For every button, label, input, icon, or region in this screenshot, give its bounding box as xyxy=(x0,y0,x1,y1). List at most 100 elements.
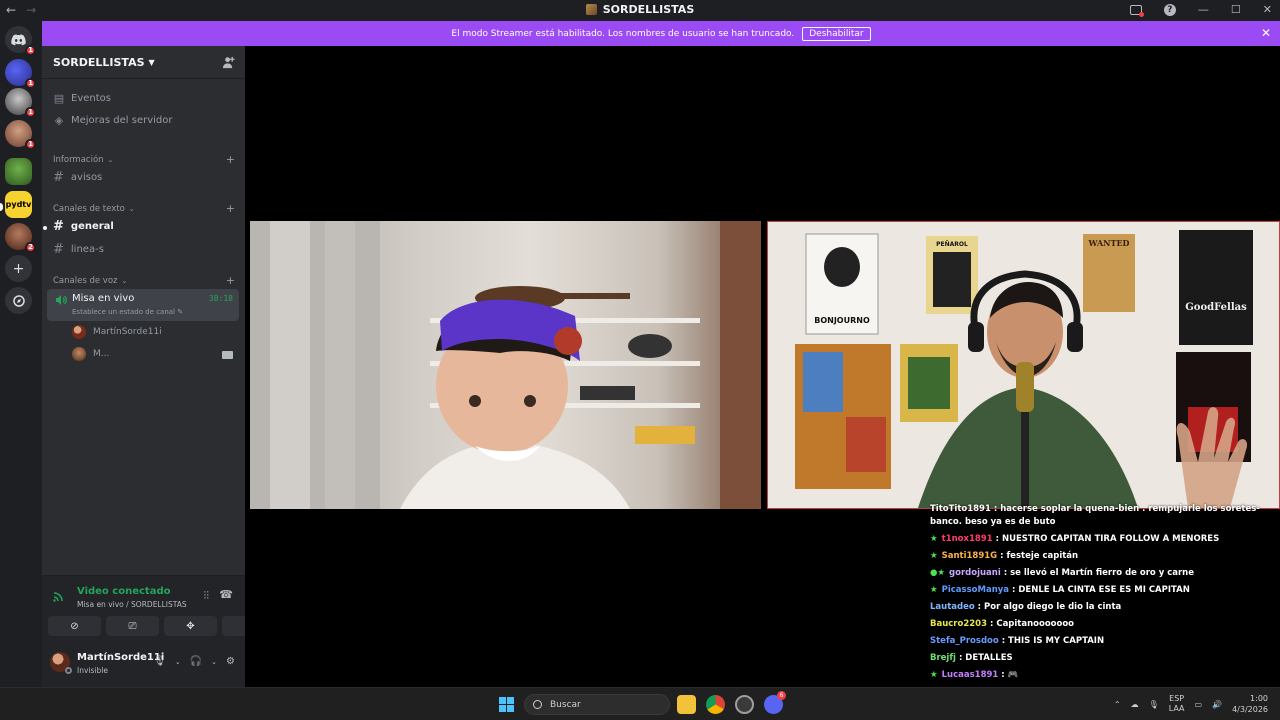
gear-icon[interactable]: ⚙ xyxy=(226,656,235,667)
chat-message: ●★ gordojuani : se llevó el Martín fierro… xyxy=(930,565,1280,582)
category-canales-texto[interactable]: Canales de texto ⌄ + xyxy=(53,202,235,215)
webcam-feed-left xyxy=(250,221,761,509)
activities-button[interactable]: ✥ xyxy=(164,616,217,636)
chat-username: Lautadeo xyxy=(930,602,975,612)
server-icon-sordellistas[interactable]: 2 xyxy=(5,223,36,253)
server-boost-item[interactable]: ◈ Mejoras del servidor xyxy=(53,114,173,127)
avatar xyxy=(72,325,86,339)
server-icon-1[interactable]: 1 xyxy=(5,59,36,89)
taskbar-search[interactable]: Buscar xyxy=(524,694,670,715)
chevron-up-icon[interactable]: ⌃ xyxy=(1114,700,1121,709)
user-name[interactable]: MartínSorde11i xyxy=(77,652,164,663)
obs-icon[interactable] xyxy=(735,695,754,714)
server-rail: 1 1 1 1 pydtv 2 + xyxy=(0,21,42,687)
display-icon[interactable]: ▭ xyxy=(1195,700,1203,709)
boost-icon: ◈ xyxy=(54,114,64,127)
chat-badge-icon: ★ xyxy=(930,534,938,544)
discord-logo-icon xyxy=(11,33,26,45)
disconnect-icon[interactable]: ☎ xyxy=(219,588,233,601)
voice-connection-panel: Video conectado Misa en vivo / SORDELLIS… xyxy=(42,575,275,643)
system-tray: ⌃ ☁ 🎙 ESP LAA ▭ 🔊 1:00 4/3/2026 xyxy=(1114,693,1268,715)
chevron-down-icon: ▼ xyxy=(148,57,155,67)
invite-people-icon[interactable] xyxy=(222,56,235,69)
chevron-down-icon[interactable]: ⌄ xyxy=(211,658,217,666)
chevron-down-icon: ⌄ xyxy=(128,204,135,213)
chat-username: PicassoManya xyxy=(941,585,1010,595)
chat-message: Lautadeo : Por algo diego le dio la cint… xyxy=(930,599,1280,616)
add-server-icon[interactable]: + xyxy=(5,255,32,282)
hashtag-icon: # xyxy=(53,242,64,257)
channel-avisos[interactable]: # avisos xyxy=(53,170,102,185)
server-header[interactable]: SORDELLISTAS ▼ xyxy=(42,46,245,79)
channel-name: avisos xyxy=(70,172,103,183)
share-screen-button[interactable]: ⎚ xyxy=(106,616,159,636)
chat-message: ★ Lucaas1891 : 🎮 xyxy=(930,667,1280,684)
create-channel-icon[interactable]: + xyxy=(226,202,235,215)
status-indicator xyxy=(65,667,72,674)
events-item[interactable]: ▤ Eventos xyxy=(53,92,111,105)
chat-text: : se llevó el Martín fierro de oro y car… xyxy=(1003,568,1194,578)
network-icon[interactable]: ☁ xyxy=(1131,700,1139,709)
compass-icon xyxy=(12,294,25,307)
chrome-icon[interactable] xyxy=(706,695,725,714)
poster-bonjourno: BONJOURNO xyxy=(814,316,870,325)
chat-username: Lucaas1891 xyxy=(941,670,999,680)
noise-suppression-icon[interactable]: ⫶⫶ xyxy=(204,589,210,603)
close-banner-icon[interactable]: ✕ xyxy=(1261,26,1271,40)
channel-general[interactable]: # general xyxy=(53,219,114,234)
notification-badge: 1 xyxy=(25,107,36,118)
camera-off-button[interactable]: ⊘ xyxy=(48,616,101,636)
create-channel-icon[interactable]: + xyxy=(226,153,235,166)
voice-channel-misa-en-vivo[interactable]: Misa en vivo 38:18 Establece un estado d… xyxy=(47,289,239,321)
category-label: Canales de texto xyxy=(53,203,125,214)
chat-text: : 🎮 xyxy=(1001,670,1019,680)
voice-user[interactable]: M... xyxy=(72,347,109,361)
channel-status-text: Establece un estado de canal xyxy=(72,308,176,316)
category-canales-voz[interactable]: Canales de voz ⌄ + xyxy=(53,274,235,287)
create-channel-icon[interactable]: + xyxy=(226,274,235,287)
chat-username: Brejfj xyxy=(930,653,956,663)
help-icon[interactable]: ? xyxy=(1163,3,1176,16)
clock[interactable]: 1:00 4/3/2026 xyxy=(1232,693,1268,715)
connection-signal-icon[interactable] xyxy=(52,589,66,603)
channel-status-prompt[interactable]: Establece un estado de canal ✎ xyxy=(72,308,183,316)
category-informacion[interactable]: Información ⌄ + xyxy=(53,153,235,166)
voice-user[interactable]: MartínSorde11i xyxy=(72,325,162,339)
window-controls: ? — ☐ ✕ xyxy=(1129,3,1272,17)
maximize-icon[interactable]: ☐ xyxy=(1231,3,1241,16)
language-indicator[interactable]: ESP LAA xyxy=(1169,694,1185,714)
chat-username: Baucro2203 xyxy=(930,619,987,629)
video-tile-right[interactable]: BONJOURNO PEÑAROL WANTED GoodFellas xyxy=(767,221,1280,509)
server-icon-4[interactable] xyxy=(5,158,32,185)
chat-text: : Capitanooooooo xyxy=(989,619,1075,629)
server-icon-2[interactable]: 1 xyxy=(5,88,36,118)
channel-linea-s[interactable]: # linea-s xyxy=(53,242,104,257)
mic-tray-icon[interactable]: 🎙 xyxy=(1149,700,1159,709)
file-explorer-icon[interactable] xyxy=(677,695,696,714)
voice-connected-subtitle[interactable]: Misa en vivo / SORDELLISTAS xyxy=(77,600,187,609)
minimize-icon[interactable]: — xyxy=(1198,3,1209,16)
inbox-icon[interactable] xyxy=(1129,4,1144,17)
notification-badge: 1 xyxy=(25,78,36,89)
events-label: Eventos xyxy=(71,93,111,104)
windows-taskbar: Buscar 6 ⌃ ☁ 🎙 ESP LAA ▭ 🔊 1:00 4/3/2026 xyxy=(0,687,1280,720)
discord-window: ← → SORDELLISTAS ? — ☐ ✕ 1 1 1 1 pydtv 2… xyxy=(0,0,1280,720)
windows-start-icon[interactable] xyxy=(499,697,514,712)
volume-icon[interactable]: 🔊 xyxy=(1212,700,1222,709)
poster-wanted: WANTED xyxy=(1088,238,1130,248)
microphone-icon[interactable]: 🎙 xyxy=(153,656,166,667)
headphones-icon[interactable]: 🎧 xyxy=(190,656,202,667)
chevron-down-icon[interactable]: ⌄ xyxy=(175,658,181,666)
explore-icon[interactable] xyxy=(5,287,32,314)
direct-messages-icon[interactable]: 1 xyxy=(5,26,36,56)
disable-streamer-button[interactable]: Deshabilitar xyxy=(802,26,871,41)
notification-badge: 1 xyxy=(25,45,36,56)
window-title-text: SORDELLISTAS xyxy=(602,3,695,16)
server-icon-pydtv[interactable]: pydtv xyxy=(5,191,32,218)
discord-taskbar-icon[interactable]: 6 xyxy=(764,691,786,714)
server-icon xyxy=(585,4,597,15)
close-window-icon[interactable]: ✕ xyxy=(1263,3,1272,16)
video-tile-left[interactable] xyxy=(250,221,761,509)
calendar-icon: ▤ xyxy=(53,92,65,105)
server-icon-3[interactable]: 1 xyxy=(5,120,36,150)
